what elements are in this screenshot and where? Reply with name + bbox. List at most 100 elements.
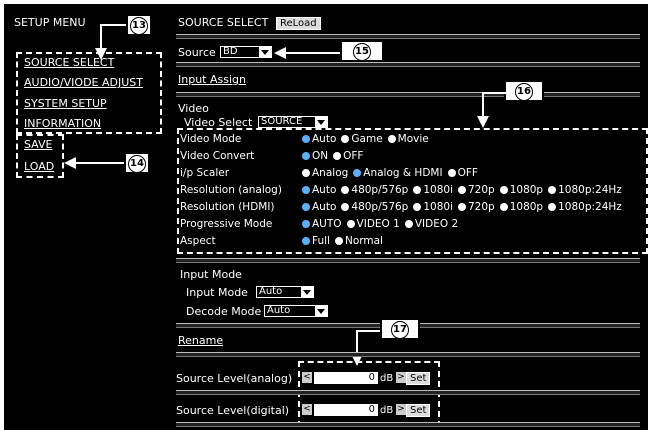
radio-option-label: ON bbox=[312, 150, 329, 162]
set-digital-button[interactable]: Set bbox=[406, 404, 431, 417]
radio-button[interactable] bbox=[499, 186, 508, 194]
option-label: Video Mode bbox=[180, 133, 242, 145]
increase-analog-button[interactable]: > bbox=[396, 372, 406, 383]
source-level-analog-value[interactable]: 0 bbox=[314, 372, 378, 384]
radio-button[interactable] bbox=[457, 203, 466, 211]
callout-16: 16 bbox=[504, 80, 544, 102]
divider bbox=[176, 92, 640, 97]
radio-button[interactable] bbox=[302, 186, 310, 194]
option-label: Resolution (analog) bbox=[180, 184, 282, 196]
source-select[interactable]: BD bbox=[220, 46, 272, 58]
radio-button[interactable] bbox=[346, 220, 355, 228]
radio-button[interactable] bbox=[341, 135, 350, 143]
radio-option-label: Game bbox=[351, 133, 383, 145]
radio-option-label: VIDEO 1 bbox=[356, 218, 400, 230]
video-option-row: Resolution (HDMI) Auto 480p/576p 1080i 720p 1… bbox=[180, 201, 625, 213]
page-title: SOURCE SELECT bbox=[178, 16, 269, 29]
radio-button[interactable] bbox=[413, 203, 422, 211]
option-label: i/p Scaler bbox=[180, 167, 230, 179]
callout-13: 13 bbox=[126, 14, 152, 36]
decrease-digital-button[interactable]: < bbox=[302, 404, 312, 415]
radio-button[interactable] bbox=[302, 237, 310, 245]
radio-option-label: OFF bbox=[457, 167, 478, 179]
source-level-digital-label: Source Level(digital) bbox=[176, 404, 290, 417]
menu-item-audio-video-adjust[interactable]: AUDIO/VIODE ADJUST bbox=[24, 76, 143, 89]
radio-button[interactable] bbox=[548, 203, 557, 211]
radio-option-label: AUTO bbox=[312, 218, 342, 230]
chevron-down-icon bbox=[315, 306, 327, 316]
radio-button[interactable] bbox=[341, 203, 350, 211]
video-option-row: Aspect Full Normal bbox=[180, 235, 386, 247]
set-analog-button[interactable]: Set bbox=[406, 372, 431, 385]
radio-button[interactable] bbox=[457, 186, 466, 194]
radio-option-label: 1080i bbox=[423, 201, 453, 213]
radio-button[interactable] bbox=[447, 169, 456, 177]
radio-option-label: 1080p bbox=[509, 184, 544, 196]
callout-14-line bbox=[74, 162, 124, 164]
radio-button[interactable] bbox=[387, 135, 396, 143]
radio-option-label: 1080i bbox=[423, 184, 453, 196]
radio-button[interactable] bbox=[333, 152, 342, 160]
increase-digital-button[interactable]: > bbox=[396, 404, 406, 415]
radio-button[interactable] bbox=[404, 220, 413, 228]
option-label: Resolution (HDMI) bbox=[180, 201, 275, 213]
video-option-row: Video Mode Auto Game Movie bbox=[180, 133, 432, 145]
source-level-analog-label: Source Level(analog) bbox=[176, 372, 293, 385]
radio-option-label: Auto bbox=[312, 184, 337, 196]
radio-option-label: Auto bbox=[312, 133, 337, 145]
radio-option-label: 720p bbox=[467, 201, 495, 213]
radio-option-label: Normal bbox=[344, 235, 383, 247]
callout-13-arrow bbox=[95, 48, 107, 60]
menu-title: SETUP MENU bbox=[14, 16, 86, 29]
decrease-analog-button[interactable]: < bbox=[302, 372, 312, 383]
divider bbox=[176, 390, 640, 395]
radio-option-label: 480p/576p bbox=[351, 201, 409, 213]
radio-button[interactable] bbox=[334, 237, 343, 245]
radio-button[interactable] bbox=[548, 186, 557, 194]
input-mode-select[interactable]: Auto bbox=[256, 286, 314, 298]
rename-link[interactable]: Rename bbox=[178, 334, 223, 347]
radio-option-label: Analog bbox=[312, 167, 349, 179]
callout-13-line bbox=[100, 24, 126, 26]
reload-button[interactable]: ReLoad bbox=[276, 17, 321, 30]
decode-mode-label: Decode Mode bbox=[186, 305, 262, 318]
radio-button[interactable] bbox=[302, 152, 310, 160]
radio-button[interactable] bbox=[302, 169, 310, 177]
radio-button[interactable] bbox=[341, 186, 350, 194]
save-link[interactable]: SAVE bbox=[24, 138, 52, 151]
radio-button[interactable] bbox=[353, 169, 362, 177]
video-select-dropdown[interactable]: SOURCE bbox=[258, 116, 328, 128]
radio-option-label: VIDEO 2 bbox=[414, 218, 459, 230]
radio-button[interactable] bbox=[499, 203, 508, 211]
radio-button[interactable] bbox=[302, 203, 310, 211]
source-level-digital-value[interactable]: 0 bbox=[314, 404, 378, 416]
radio-button[interactable] bbox=[302, 220, 310, 228]
callout-15-line bbox=[284, 52, 342, 54]
callout-14: 14 bbox=[124, 152, 150, 174]
radio-option-label: Movie bbox=[397, 133, 429, 145]
radio-option-label: Auto bbox=[312, 201, 337, 213]
decode-mode-select[interactable]: Auto bbox=[264, 305, 328, 317]
input-mode-label: Input Mode bbox=[186, 286, 248, 299]
callout-15-arrow bbox=[274, 47, 286, 59]
video-section-label: Video bbox=[178, 102, 209, 115]
chevron-down-icon bbox=[315, 117, 327, 127]
load-link[interactable]: LOAD bbox=[24, 160, 54, 173]
callout-17: 17 bbox=[380, 318, 420, 340]
callout-15: 15 bbox=[340, 40, 384, 62]
menu-item-system-setup[interactable]: SYSTEM SETUP bbox=[24, 97, 107, 110]
radio-option-label: 1080p:24Hz bbox=[558, 184, 622, 196]
left-menu: SETUP MENU SOURCE SELECT AUDIO/VIODE ADJ… bbox=[4, 4, 164, 430]
option-label: Video Convert bbox=[180, 150, 255, 162]
radio-option-label: Analog & HDMI bbox=[363, 167, 443, 179]
analog-unit: dB bbox=[380, 373, 394, 384]
radio-button[interactable] bbox=[413, 186, 422, 194]
input-assign-link[interactable]: Input Assign bbox=[178, 73, 246, 86]
digital-unit: dB bbox=[380, 405, 394, 416]
radio-option-label: 480p/576p bbox=[351, 184, 409, 196]
menu-item-information[interactable]: INFORMATION bbox=[24, 117, 101, 130]
radio-option-label: 720p bbox=[467, 184, 495, 196]
chevron-down-icon bbox=[301, 287, 313, 297]
radio-button[interactable] bbox=[302, 135, 310, 143]
video-option-row: Video Convert ON OFF bbox=[180, 150, 366, 162]
